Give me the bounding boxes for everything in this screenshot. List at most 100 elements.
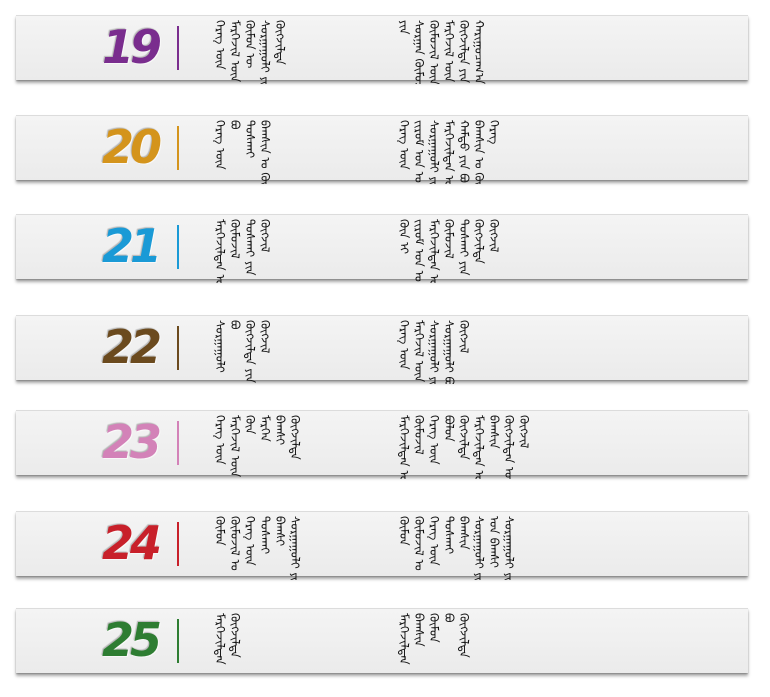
row-number: 22 xyxy=(101,320,162,374)
vertical-word: ᠪᠤ xyxy=(228,320,242,330)
vertical-word: ᠲᠤᠰᠬᠠᠢ ᠶᠢᠨ xyxy=(457,219,471,276)
vertical-word: ᠰᠤᠷᠭᠠᠭᠤᠯᠢ ᠶᠢᠨ ᠬᠥᠭᠵᠢᠯ ᠪᠤ xyxy=(427,320,441,384)
row-divider xyxy=(177,225,179,269)
vertical-word: ᠰᠤᠷᠭᠠᠭᠤᠯᠢ xyxy=(213,320,227,373)
left-column-text: ᠮᠡᠷᠭᠡᠵᠢᠯᠲᠡᠨ ᠦ ᠰᠤᠷᠭᠠᠯᠲᠠ ᠬᠦᠮᠦᠵᠢᠯ ᠲᠤᠰᠬᠠᠢ ᠶᠢᠨ ᠬ… xyxy=(212,215,362,283)
vertical-word: ᠮᠡᠷᠭᠡᠵᠢᠯᠲᠡᠨ xyxy=(213,613,227,665)
vertical-word: ᠬᠦᠮᠦᠵᠢᠯ xyxy=(228,219,242,259)
row-number: 25 xyxy=(101,613,162,667)
vertical-word: ᠮᠡᠷᠭᠡᠵᠢᠯ ᠦᠨ xyxy=(228,20,242,83)
left-column-text: ᠮᠡᠷᠭᠡᠵᠢᠯᠲᠡᠨ ᠬᠥᠭᠵᠢᠯᠲᠡ xyxy=(212,609,362,677)
left-column-text: ᠬᠦᠮᠦᠨ ᠬᠦᠮᠦᠵᠢᠯ ᠤ ᠬᠡᠷᠡᠭ ᠦᠨ ᠲᠤᠰᠬᠠᠢ ᠪᠠᠭᠰᠢ ᠰᠤᠷᠭᠠᠭᠤ… xyxy=(212,512,362,580)
row-number: 21 xyxy=(101,219,162,273)
vertical-word: ᠬᠥᠭᠵᠢᠯᠲᠡᠨ ᠦ xyxy=(502,415,516,479)
vertical-word: ᠰᠤᠷᠭᠠᠭᠤᠯᠢ ᠶᠢᠨ xyxy=(288,516,302,580)
vertical-word: ᠪᠠᠭᠰᠢ xyxy=(273,516,287,547)
vertical-word: ᠬᠦᠮᠦᠨ xyxy=(213,516,227,546)
vertical-word: ᠬᠦᠭᠵᠢᠯ xyxy=(258,320,272,354)
vertical-word: ᠬᠡᠷᠡᠭ ᠦᠨ xyxy=(243,516,257,566)
vertical-word: ᠰᠤᠷᠭᠠᠭᠤᠯᠢ ᠶᠢᠨ xyxy=(258,20,272,84)
vertical-word: ᠮᠡᠷᠭᠡᠵᠢᠯ ᠦᠨ xyxy=(228,415,242,478)
vertical-word: ᠬᠦᠮᠦᠨ xyxy=(397,516,411,546)
left-column-text: ᠬᠡᠷᠡᠭ ᠦᠨ ᠮᠡᠷᠭᠡᠵᠢᠯ ᠦᠨ ᠬᠦᠨ ᠮᠡᠷᠭᠡᠨ ᠪᠠᠭᠰᠢ ᠬᠥᠭᠵᠢᠯᠲ… xyxy=(212,411,362,479)
vertical-word: ᠮᠡᠷᠭᠡᠵᠢᠯᠲᠡᠨ ᠦ ᠰᠤᠷᠭᠠᠯᠲᠠ xyxy=(213,219,227,283)
row-divider xyxy=(177,619,179,663)
vertical-word: ᠰᠤᠷᠭᠠᠭᠤᠯᠢ ᠪᠤ xyxy=(442,320,456,384)
vertical-word: ᠬᠦᠭᠵᠢᠯᠲᠡ ᠶᠢᠨ xyxy=(457,20,471,84)
vertical-word: ᠪᠤᠯᠤᠨ xyxy=(442,415,456,442)
right-column-text: ᠮᠡᠷᠭᠡᠵᠢᠯᠲᠡᠨ ᠪᠠᠭᠰᠢᠨ ᠬᠦᠮᠦᠨ ᠪᠤ ᠬᠥᠭᠵᠢᠯᠲᠡ xyxy=(396,609,596,677)
vertical-word: ᠮᠡᠷᠭᠡᠵᠢᠯᠲᠡᠨ ᠦ ᠬᠥᠭᠵᠢᠯ ᠦ xyxy=(397,415,411,479)
vertical-word: ᠬᠥᠭᠵᠢᠯᠲᠡ xyxy=(228,613,242,658)
left-column-text: ᠬᠡᠷᠡᠭ ᠦᠨ ᠮᠡᠷᠭᠡᠵᠢᠯ ᠦᠨ ᠬᠦᠮᠦᠨ ᠦ ᠰᠤᠷᠭᠠᠭᠤᠯᠢ ᠶᠢᠨ ᠬ… xyxy=(212,16,362,84)
list-row: 20 ᠬᠡᠷᠡᠭ ᠦᠨ ᠪᠤ ᠲᠤᠰᠬᠠᠢ ᠪᠠᠭᠰᠢᠨ ᠤ ᠬᠥᠭᠵᠢᠯ ᠬᠡᠷᠡᠭ… xyxy=(16,115,748,184)
right-column-text: ᠬᠡᠷᠡᠭ ᠦᠨ ᠮᠡᠷᠭᠡᠵᠢᠯ ᠦᠨ ᠰᠤᠷᠭᠠᠭᠤᠯᠢ ᠶᠢᠨ ᠬᠥᠭᠵᠢᠯ … xyxy=(396,316,596,384)
vertical-word: ᠮᠡᠷᠭᠡᠵᠢᠯᠲᠡᠨ ᠦ ᠰᠤᠷᠭᠠᠯᠲᠠ xyxy=(427,219,441,283)
vertical-word: ᠬᠦᠮᠦᠵᠢᠯ ᠤ xyxy=(228,516,242,571)
vertical-word: ᠲᠤᠰᠬᠠᠢ ᠶᠢᠨ xyxy=(243,219,257,276)
vertical-word: ᠪᠠᠭᠰᠢᠨ ᠤ ᠬᠥᠭᠵᠢᠯ xyxy=(258,120,272,184)
vertical-word: ᠬᠦᠮᠦᠵᠢᠯ ᠦᠨ xyxy=(427,20,441,84)
vertical-word: ᠬᠥᠭᠵᠢᠯᠲᠡ xyxy=(288,415,302,460)
vertical-word: ᠬᠦᠮᠦᠨ xyxy=(427,613,441,643)
vertical-word: ᠬᠦᠭᠵᠢᠯᠲᠡ xyxy=(273,20,287,65)
vertical-word: ᠬᠥᠭᠵᠢᠯᠲᠡ ᠶᠢᠨ ᠤ xyxy=(243,320,257,384)
vertical-word: ᠲᠤᠰᠬᠠᠢ xyxy=(243,120,257,159)
list-row: 22 ᠰᠤᠷᠭᠠᠭᠤᠯᠢ ᠪᠤ ᠬᠥᠭᠵᠢᠯᠲᠡ ᠶᠢᠨ ᠤ ᠬᠦᠭᠵᠢᠯ ᠬᠡᠷᠡᠭ… xyxy=(16,315,748,384)
vertical-word: ᠪᠠᠭᠰᠢᠨ xyxy=(412,613,426,647)
right-column-text: ᠬᠦᠮᠦᠨ ᠬᠦᠮᠦᠵᠢᠯ ᠤ ᠬᠡᠷᠡᠭ ᠦᠨ ᠲᠤᠰᠬᠠᠢ ᠪᠠᠭᠰᠢᠨ ᠰᠤᠷᠭᠠᠭ… xyxy=(396,512,596,580)
numbered-list: 19 ᠬᠡᠷᠡᠭ ᠦᠨ ᠮᠡᠷᠭᠡᠵᠢᠯ ᠦᠨ ᠬᠦᠮᠦᠨ ᠦ ᠰᠤᠷᠭᠠᠭᠤᠯᠢ ᠶ… xyxy=(0,0,770,697)
list-row: 24 ᠬᠦᠮᠦᠨ ᠬᠦᠮᠦᠵᠢᠯ ᠤ ᠬᠡᠷᠡᠭ ᠦᠨ ᠲᠤᠰᠬᠠᠢ ᠪᠠᠭᠰᠢ ᠰᠤᠷᠭ… xyxy=(16,511,748,580)
row-divider xyxy=(177,126,179,170)
vertical-word: ᠮᠡᠷᠭᠡᠨ xyxy=(258,415,272,442)
left-column-text: ᠰᠤᠷᠭᠠᠭᠤᠯᠢ ᠪᠤ ᠬᠥᠭᠵᠢᠯᠲᠡ ᠶᠢᠨ ᠤ ᠬᠦᠭᠵᠢᠯ xyxy=(212,316,362,384)
vertical-word: ᠬᠦᠭᠵᠢᠯ xyxy=(517,415,531,449)
vertical-word: ᠬᠡᠷᠡᠭ ᠦᠨ xyxy=(213,120,227,170)
vertical-word: ᠬᠦᠨ ᠢ xyxy=(397,219,411,255)
vertical-word: ᠪᠤ xyxy=(228,120,242,130)
vertical-word: ᠬᠥᠭᠵᠢᠯᠲᠡ xyxy=(457,613,471,658)
vertical-word: ᠮᠡᠷᠭᠡᠵᠢᠯᠲᠡᠨ ᠦ xyxy=(472,415,486,479)
vertical-word: ᠪᠠᠭᠰᠢ xyxy=(273,415,287,446)
right-column-text: ᠶᠢᠨ ᠰᠤᠷᠭᠠᠨ ᠬᠥᠮᠦᠵᠢᠯ ᠤᠨ ᠬᠦᠮᠦᠵᠢᠯ ᠦᠨ ᠮᠡᠷᠭᠡᠵᠢᠯ ᠦ… xyxy=(396,16,596,84)
vertical-word: ᠰᠤᠷᠭᠠᠭᠤᠯᠢ ᠶᠢᠨ xyxy=(502,516,516,580)
list-row: 21 ᠮᠡᠷᠭᠡᠵᠢᠯᠲᠡᠨ ᠦ ᠰᠤᠷᠭᠠᠯᠲᠠ ᠬᠦᠮᠦᠵᠢᠯ ᠲᠤᠰᠬᠠᠢ ᠶ… xyxy=(16,214,748,283)
vertical-word: ᠤᠨ ᠪᠠᠭᠰᠢ xyxy=(487,516,501,568)
vertical-word: ᠮᠡᠷᠭᠡᠵᠢᠯᠲᠡᠨ xyxy=(397,613,411,665)
vertical-word: ᠪᠤ xyxy=(442,613,456,623)
vertical-word: ᠰᠤᠷᠭᠠᠨ ᠬᠥᠮᠦᠵᠢᠯ ᠤᠨ xyxy=(412,20,426,84)
vertical-word: ᠪᠠᠭᠰᠢᠨ xyxy=(457,516,471,550)
vertical-word: ᠬᠠᠮᠲᠤ ᠶᠢᠨ ᠪᠤ xyxy=(457,120,471,183)
vertical-word: ᠬᠠᠷᠢᠭᠤᠴᠠᠭ᠎ᠠ xyxy=(472,20,486,84)
vertical-word: ᠬᠡᠷᠡᠭ xyxy=(487,120,501,145)
vertical-word: ᠰᠤᠷᠭᠠᠭᠤᠯᠢ ᠶᠢᠨ ᠬᠥᠭᠵᠢᠯ xyxy=(472,516,486,580)
right-column-text: ᠮᠡᠷᠭᠡᠵᠢᠯᠲᠡᠨ ᠦ ᠬᠥᠭᠵᠢᠯ ᠦ ᠬᠦᠮᠦᠵᠢᠯ ᠬᠡᠷᠡᠭ ᠦᠨ ᠪᠤᠯ… xyxy=(396,411,596,479)
row-number: 23 xyxy=(101,415,162,469)
vertical-word: ᠬᠡᠷᠡᠭ ᠦᠨ xyxy=(213,415,227,465)
row-divider xyxy=(177,522,179,566)
vertical-word: ᠬᠦᠭᠵᠢᠯ xyxy=(258,219,272,253)
vertical-word: ᠬᠦᠮᠦᠵᠢᠯ xyxy=(442,219,456,259)
list-row: 25 ᠮᠡᠷᠭᠡᠵᠢᠯᠲᠡᠨ ᠬᠥᠭᠵᠢᠯᠲᠡ ᠮᠡᠷᠭᠡᠵᠢᠯᠲᠡᠨ ᠪᠠᠭᠰᠢᠨ… xyxy=(16,608,748,673)
vertical-word: ᠬᠡᠷᠡᠭ ᠦᠨ xyxy=(427,516,441,566)
row-divider xyxy=(177,26,179,70)
vertical-word: ᠬᠥᠭᠵᠢᠯᠲᠡ xyxy=(472,219,486,264)
vertical-word: ᠶᠢᠨ xyxy=(397,20,411,35)
row-number: 24 xyxy=(101,516,162,570)
right-column-text: ᠬᠡᠷᠡᠭ ᠦᠨ ᠵᠢᠷᠤᠮ ᠤᠨ ᠤ ᠰᠤᠷᠭᠠᠭᠤᠯᠢ ᠶᠢᠨ ᠮᠡᠷᠭᠡᠵᠢᠯᠲ… xyxy=(396,116,596,184)
row-divider xyxy=(177,421,179,465)
vertical-word: ᠬᠡᠷᠡᠭ ᠦᠨ xyxy=(397,320,411,370)
vertical-word: ᠬᠦᠮᠦᠵᠢᠯ ᠤ xyxy=(412,516,426,571)
vertical-word: ᠬᠦᠮᠦᠵᠢᠯ xyxy=(412,415,426,455)
vertical-word: ᠪᠠᠭᠰᠢᠨ xyxy=(487,415,501,449)
right-column-text: ᠬᠦᠨ ᠢ ᠵᠢᠷᠤᠮ ᠤᠨ ᠤ ᠮᠡᠷᠭᠡᠵᠢᠯᠲᠡᠨ ᠦ ᠰᠤᠷᠭᠠᠯᠲᠠ ᠬᠦᠮ… xyxy=(396,215,596,283)
vertical-word: ᠬᠦᠨ xyxy=(243,415,257,435)
vertical-word: ᠬᠡᠷᠡᠭ ᠦᠨ xyxy=(397,120,411,170)
vertical-word: ᠲᠤᠰᠬᠠᠢ xyxy=(258,516,272,555)
vertical-word: ᠲᠤᠰᠬᠠᠢ xyxy=(442,516,456,555)
vertical-word: ᠬᠦᠭᠵᠢᠯ xyxy=(487,219,501,253)
vertical-word: ᠵᠢᠷᠤᠮ ᠤᠨ ᠤ xyxy=(412,120,426,183)
vertical-word: ᠮᠡᠷᠭᠡᠵᠢᠯᠲᠡᠨ ᠦ xyxy=(442,120,456,184)
vertical-word: ᠬᠡᠷᠡᠭ ᠦᠨ xyxy=(427,415,441,465)
vertical-word: ᠵᠢᠷᠤᠮ ᠤᠨ ᠤ xyxy=(412,219,426,282)
